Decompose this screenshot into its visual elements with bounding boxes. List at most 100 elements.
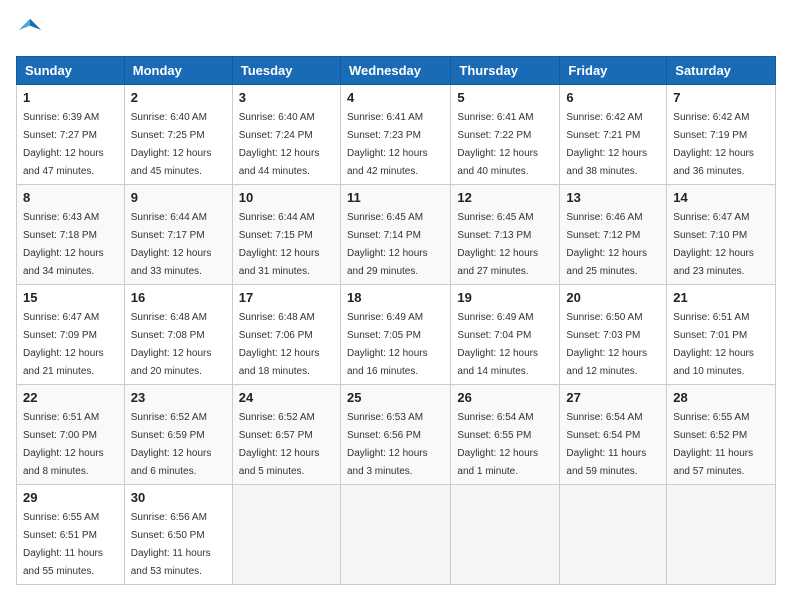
day-detail: Sunrise: 6:49 AMSunset: 7:04 PMDaylight:… [457,312,538,377]
calendar-cell: 14 Sunrise: 6:47 AMSunset: 7:10 PMDaylig… [667,185,776,285]
weekday-header-friday: Friday [560,57,667,85]
weekday-header-saturday: Saturday [667,57,776,85]
calendar-cell: 24 Sunrise: 6:52 AMSunset: 6:57 PMDaylig… [232,385,340,485]
calendar-cell: 30 Sunrise: 6:56 AMSunset: 6:50 PMDaylig… [124,485,232,585]
day-number: 3 [239,90,334,105]
calendar-cell [451,485,560,585]
day-detail: Sunrise: 6:51 AMSunset: 7:00 PMDaylight:… [23,412,104,477]
calendar-cell [340,485,450,585]
day-number: 4 [347,90,444,105]
calendar-cell: 7 Sunrise: 6:42 AMSunset: 7:19 PMDayligh… [667,85,776,185]
day-detail: Sunrise: 6:56 AMSunset: 6:50 PMDaylight:… [131,512,211,577]
day-number: 18 [347,290,444,305]
calendar-cell [667,485,776,585]
day-number: 25 [347,390,444,405]
calendar-cell: 26 Sunrise: 6:54 AMSunset: 6:55 PMDaylig… [451,385,560,485]
logo [16,16,52,44]
calendar-cell: 28 Sunrise: 6:55 AMSunset: 6:52 PMDaylig… [667,385,776,485]
calendar-cell: 19 Sunrise: 6:49 AMSunset: 7:04 PMDaylig… [451,285,560,385]
calendar-cell: 20 Sunrise: 6:50 AMSunset: 7:03 PMDaylig… [560,285,667,385]
day-number: 30 [131,490,226,505]
day-number: 21 [673,290,769,305]
weekday-header-wednesday: Wednesday [340,57,450,85]
calendar-cell [232,485,340,585]
day-detail: Sunrise: 6:45 AMSunset: 7:13 PMDaylight:… [457,212,538,277]
calendar-week-5: 29 Sunrise: 6:55 AMSunset: 6:51 PMDaylig… [17,485,776,585]
day-detail: Sunrise: 6:54 AMSunset: 6:55 PMDaylight:… [457,412,538,477]
calendar-cell: 5 Sunrise: 6:41 AMSunset: 7:22 PMDayligh… [451,85,560,185]
calendar-cell: 3 Sunrise: 6:40 AMSunset: 7:24 PMDayligh… [232,85,340,185]
day-number: 11 [347,190,444,205]
calendar-cell: 29 Sunrise: 6:55 AMSunset: 6:51 PMDaylig… [17,485,125,585]
day-number: 7 [673,90,769,105]
day-detail: Sunrise: 6:43 AMSunset: 7:18 PMDaylight:… [23,212,104,277]
calendar-cell: 27 Sunrise: 6:54 AMSunset: 6:54 PMDaylig… [560,385,667,485]
day-detail: Sunrise: 6:46 AMSunset: 7:12 PMDaylight:… [566,212,647,277]
day-number: 2 [131,90,226,105]
logo-icon [16,16,44,44]
day-number: 17 [239,290,334,305]
day-detail: Sunrise: 6:55 AMSunset: 6:51 PMDaylight:… [23,512,103,577]
day-detail: Sunrise: 6:51 AMSunset: 7:01 PMDaylight:… [673,312,754,377]
day-number: 27 [566,390,660,405]
calendar-cell: 10 Sunrise: 6:44 AMSunset: 7:15 PMDaylig… [232,185,340,285]
calendar-cell: 2 Sunrise: 6:40 AMSunset: 7:25 PMDayligh… [124,85,232,185]
weekday-header-tuesday: Tuesday [232,57,340,85]
day-detail: Sunrise: 6:47 AMSunset: 7:09 PMDaylight:… [23,312,104,377]
weekday-header-sunday: Sunday [17,57,125,85]
day-number: 1 [23,90,118,105]
calendar-cell: 6 Sunrise: 6:42 AMSunset: 7:21 PMDayligh… [560,85,667,185]
day-detail: Sunrise: 6:52 AMSunset: 6:59 PMDaylight:… [131,412,212,477]
day-number: 15 [23,290,118,305]
day-number: 5 [457,90,553,105]
day-detail: Sunrise: 6:52 AMSunset: 6:57 PMDaylight:… [239,412,320,477]
day-detail: Sunrise: 6:45 AMSunset: 7:14 PMDaylight:… [347,212,428,277]
day-number: 28 [673,390,769,405]
calendar-cell: 25 Sunrise: 6:53 AMSunset: 6:56 PMDaylig… [340,385,450,485]
calendar-week-3: 15 Sunrise: 6:47 AMSunset: 7:09 PMDaylig… [17,285,776,385]
day-detail: Sunrise: 6:48 AMSunset: 7:06 PMDaylight:… [239,312,320,377]
calendar-cell: 15 Sunrise: 6:47 AMSunset: 7:09 PMDaylig… [17,285,125,385]
calendar-cell: 1 Sunrise: 6:39 AMSunset: 7:27 PMDayligh… [17,85,125,185]
day-detail: Sunrise: 6:53 AMSunset: 6:56 PMDaylight:… [347,412,428,477]
day-detail: Sunrise: 6:55 AMSunset: 6:52 PMDaylight:… [673,412,753,477]
day-number: 8 [23,190,118,205]
calendar-cell: 22 Sunrise: 6:51 AMSunset: 7:00 PMDaylig… [17,385,125,485]
weekday-header-thursday: Thursday [451,57,560,85]
day-number: 10 [239,190,334,205]
day-number: 26 [457,390,553,405]
calendar-cell: 17 Sunrise: 6:48 AMSunset: 7:06 PMDaylig… [232,285,340,385]
day-number: 14 [673,190,769,205]
calendar-cell: 9 Sunrise: 6:44 AMSunset: 7:17 PMDayligh… [124,185,232,285]
calendar-cell: 11 Sunrise: 6:45 AMSunset: 7:14 PMDaylig… [340,185,450,285]
day-detail: Sunrise: 6:39 AMSunset: 7:27 PMDaylight:… [23,112,104,177]
day-number: 6 [566,90,660,105]
day-detail: Sunrise: 6:40 AMSunset: 7:25 PMDaylight:… [131,112,212,177]
day-number: 29 [23,490,118,505]
day-detail: Sunrise: 6:47 AMSunset: 7:10 PMDaylight:… [673,212,754,277]
day-detail: Sunrise: 6:48 AMSunset: 7:08 PMDaylight:… [131,312,212,377]
day-detail: Sunrise: 6:42 AMSunset: 7:19 PMDaylight:… [673,112,754,177]
calendar-cell: 21 Sunrise: 6:51 AMSunset: 7:01 PMDaylig… [667,285,776,385]
day-detail: Sunrise: 6:41 AMSunset: 7:22 PMDaylight:… [457,112,538,177]
calendar-week-2: 8 Sunrise: 6:43 AMSunset: 7:18 PMDayligh… [17,185,776,285]
day-number: 23 [131,390,226,405]
day-number: 19 [457,290,553,305]
day-number: 16 [131,290,226,305]
day-number: 9 [131,190,226,205]
day-detail: Sunrise: 6:49 AMSunset: 7:05 PMDaylight:… [347,312,428,377]
day-detail: Sunrise: 6:44 AMSunset: 7:17 PMDaylight:… [131,212,212,277]
calendar-cell: 13 Sunrise: 6:46 AMSunset: 7:12 PMDaylig… [560,185,667,285]
weekday-header-monday: Monday [124,57,232,85]
calendar-cell: 23 Sunrise: 6:52 AMSunset: 6:59 PMDaylig… [124,385,232,485]
day-detail: Sunrise: 6:50 AMSunset: 7:03 PMDaylight:… [566,312,647,377]
day-detail: Sunrise: 6:54 AMSunset: 6:54 PMDaylight:… [566,412,646,477]
calendar-week-1: 1 Sunrise: 6:39 AMSunset: 7:27 PMDayligh… [17,85,776,185]
calendar-cell: 4 Sunrise: 6:41 AMSunset: 7:23 PMDayligh… [340,85,450,185]
page-header [16,16,776,44]
calendar-cell [560,485,667,585]
calendar-week-4: 22 Sunrise: 6:51 AMSunset: 7:00 PMDaylig… [17,385,776,485]
calendar-cell: 8 Sunrise: 6:43 AMSunset: 7:18 PMDayligh… [17,185,125,285]
day-number: 20 [566,290,660,305]
day-number: 22 [23,390,118,405]
